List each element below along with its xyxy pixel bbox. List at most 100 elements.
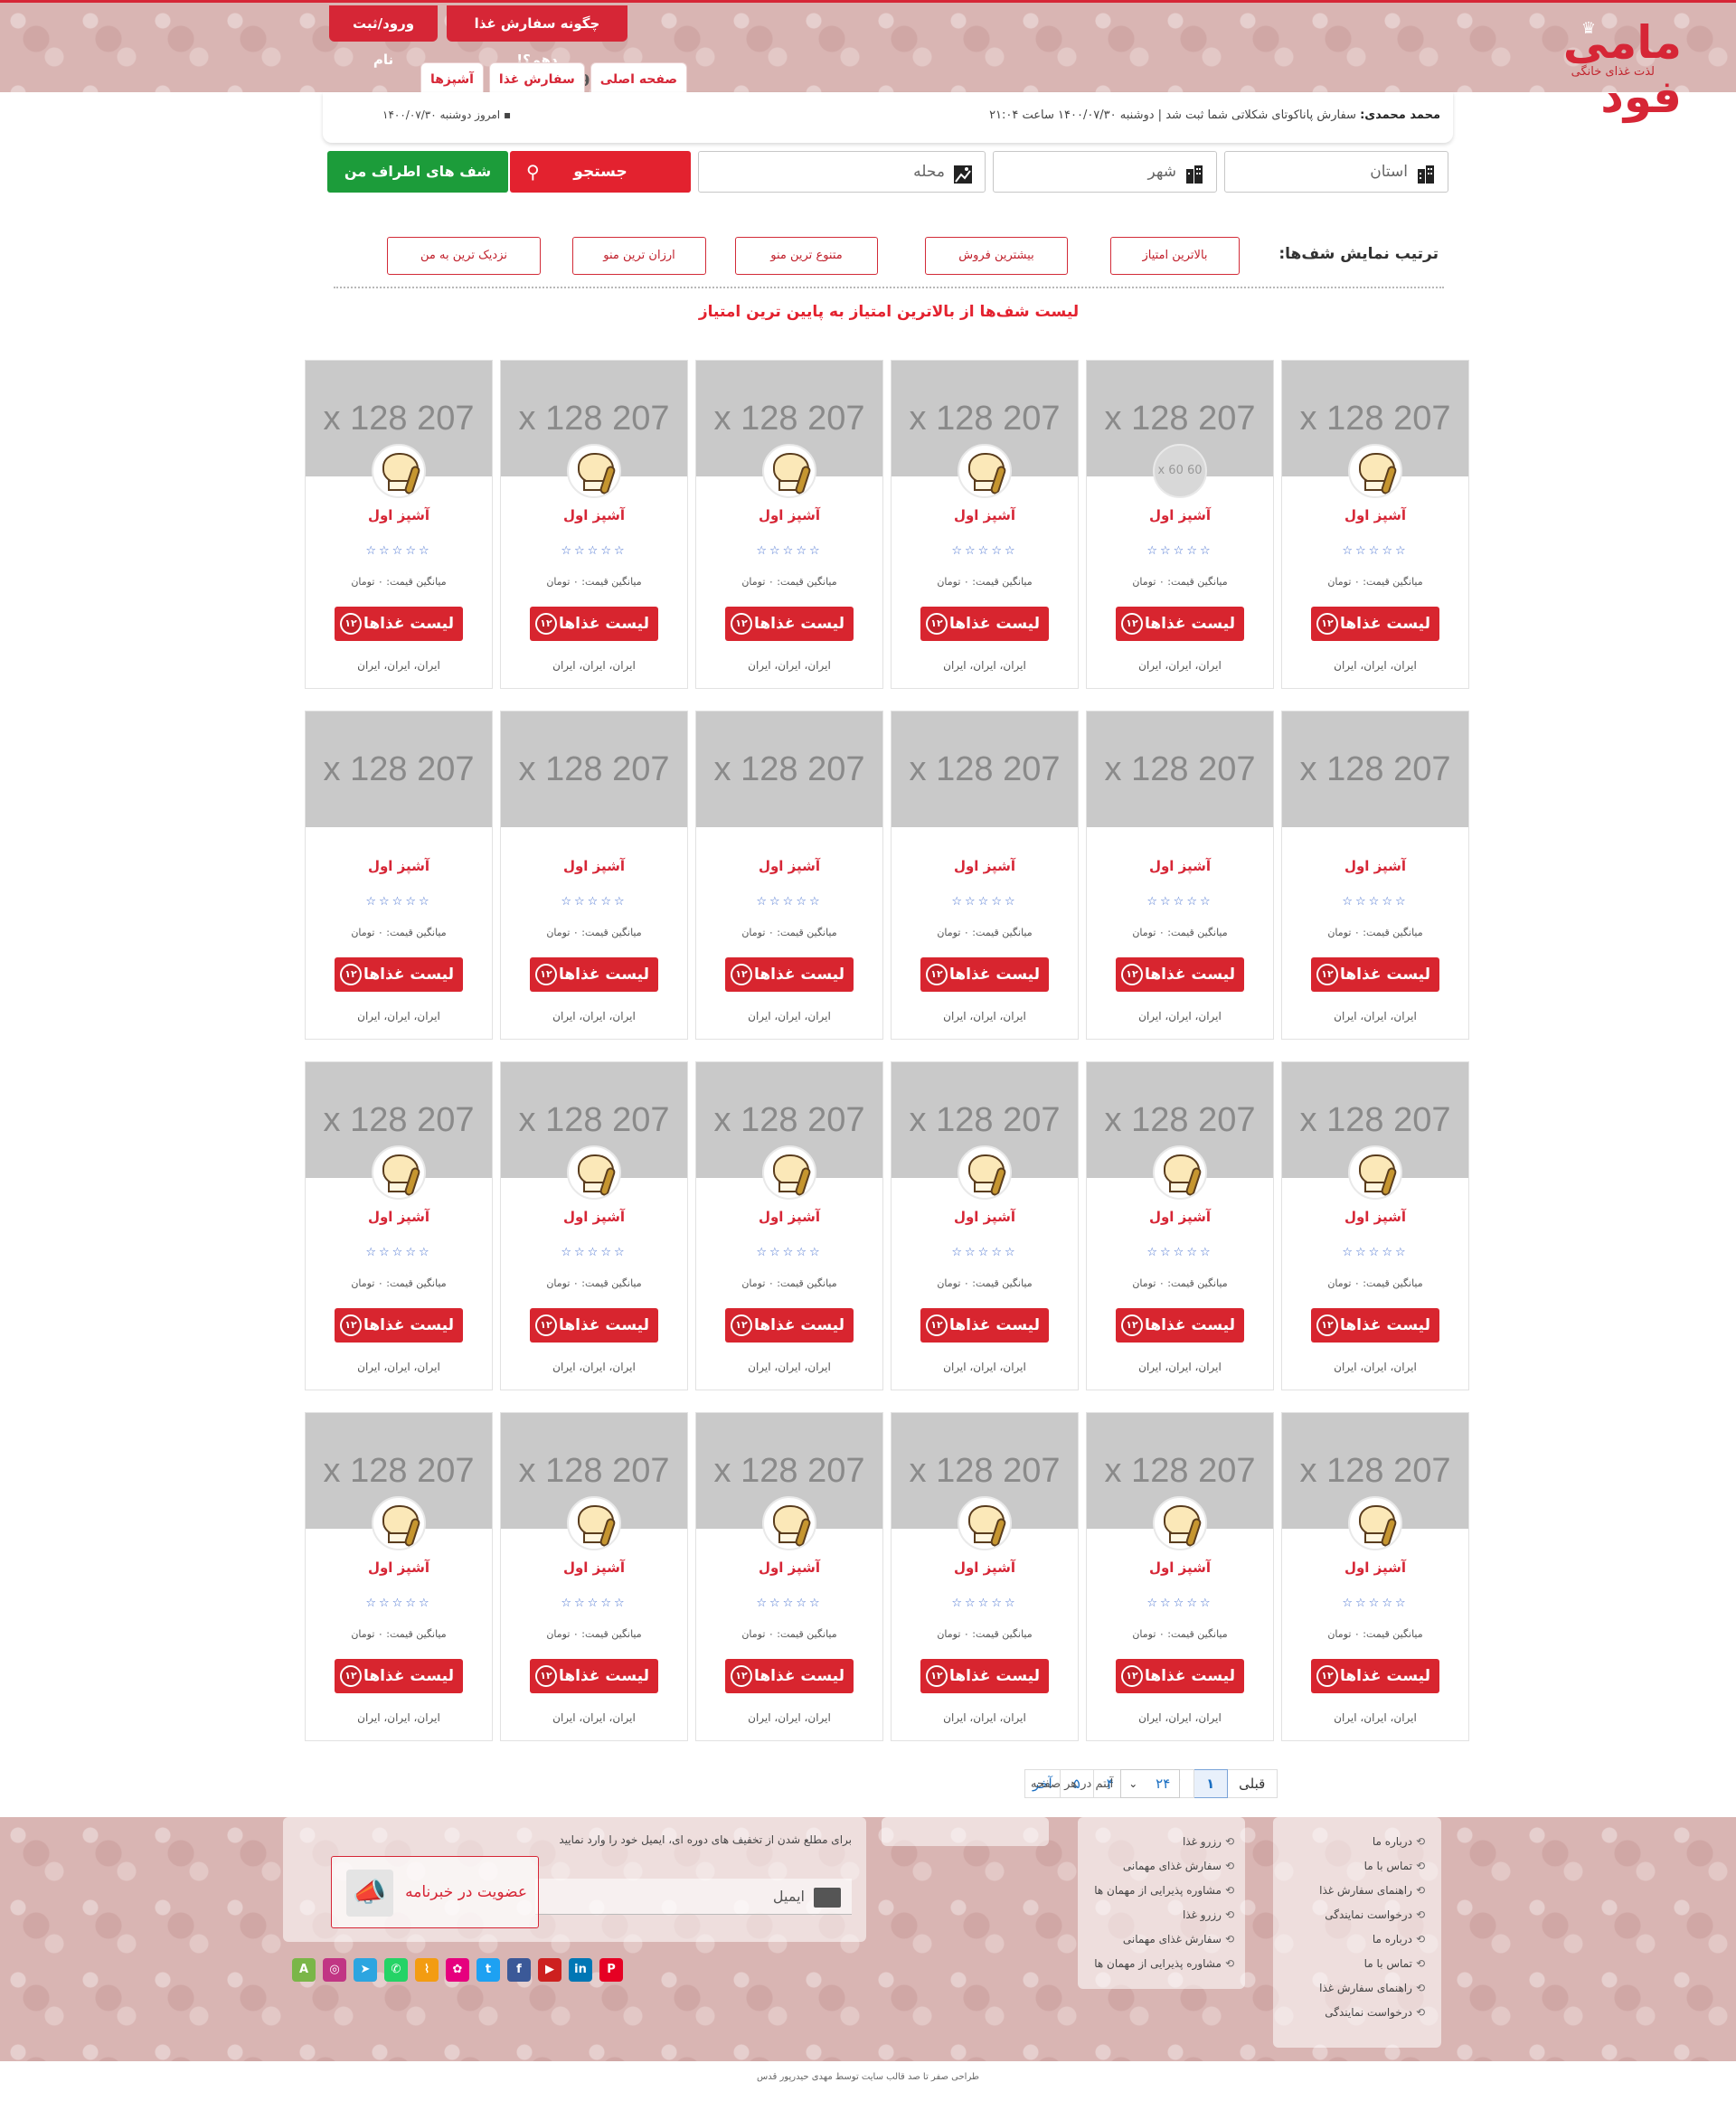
android-icon[interactable]: A — [292, 1958, 316, 1982]
pagination-prev[interactable]: قبلی — [1226, 1769, 1278, 1798]
chef-card[interactable]: 207 x 128 آشپز اول ☆☆☆☆☆ میانگین قیمت: ۰… — [891, 1412, 1079, 1741]
food-list-button[interactable]: لیست غذاها ۱۲ — [725, 957, 854, 992]
chef-avatar[interactable] — [372, 1145, 426, 1200]
sort-most-varied[interactable]: متنوع ترین منو — [735, 237, 878, 275]
chef-name[interactable]: آشپز اول — [1087, 858, 1273, 874]
footer-link[interactable]: ⟲راهنمای سفارش غذا — [1319, 1982, 1425, 1994]
chef-name[interactable]: آشپز اول — [892, 1559, 1078, 1576]
chef-card[interactable]: 207 x 128 آشپز اول ☆☆☆☆☆ میانگین قیمت: ۰… — [1281, 711, 1469, 1040]
food-list-button[interactable]: لیست غذاها ۱۲ — [725, 1659, 854, 1693]
food-list-button[interactable]: لیست غذاها ۱۲ — [530, 1308, 658, 1343]
footer-link[interactable]: ⟲سفارش غذای مهمانی — [1123, 1933, 1234, 1946]
food-list-button[interactable]: لیست غذاها ۱۲ — [1116, 1659, 1244, 1693]
food-list-button[interactable]: لیست غذاها ۱۲ — [1116, 607, 1244, 641]
footer-link[interactable]: ⟲راهنمای سفارش غذا — [1319, 1884, 1425, 1897]
chef-avatar[interactable] — [1348, 1496, 1402, 1550]
chef-avatar[interactable] — [567, 1145, 621, 1200]
footer-link[interactable]: ⟲رزرو غذا — [1183, 1908, 1234, 1921]
chefs-near-me-button[interactable]: شف های اطراف من — [327, 151, 508, 193]
state-select[interactable]: استان — [1224, 151, 1448, 193]
chef-card[interactable]: 207 x 128 آشپز اول ☆☆☆☆☆ میانگین قیمت: ۰… — [695, 711, 883, 1040]
chef-name[interactable]: آشپز اول — [501, 507, 687, 523]
aparat-icon[interactable]: ✿ — [446, 1958, 469, 1982]
chef-card[interactable]: 207 x 128 آشپز اول ☆☆☆☆☆ میانگین قیمت: ۰… — [500, 1412, 688, 1741]
chef-name[interactable]: آشپز اول — [1282, 507, 1468, 523]
food-list-button[interactable]: لیست غذاها ۱۲ — [530, 1659, 658, 1693]
city-select[interactable]: شهر — [993, 151, 1217, 193]
chef-avatar[interactable] — [762, 1496, 816, 1550]
chef-name[interactable]: آشپز اول — [306, 507, 492, 523]
search-button[interactable]: جستجو ⚲ — [510, 151, 691, 193]
site-logo[interactable]: ♛ مامی فود لذت غذای خانگی — [1551, 15, 1684, 123]
footer-link[interactable]: ⟲مشاوره پذیرایی از مهمان ها — [1094, 1957, 1234, 1970]
chef-avatar[interactable] — [958, 1145, 1012, 1200]
chef-name[interactable]: آشپز اول — [892, 858, 1078, 874]
chef-name[interactable]: آشپز اول — [892, 1209, 1078, 1225]
chef-name[interactable]: آشپز اول — [696, 1559, 882, 1576]
nav-home[interactable]: صفحه اصلی — [590, 62, 687, 95]
chef-name[interactable]: آشپز اول — [892, 507, 1078, 523]
footer-link[interactable]: ⟲درخواست نمایندگی — [1325, 1908, 1425, 1921]
chef-card[interactable]: 207 x 128 آشپز اول ☆☆☆☆☆ میانگین قیمت: ۰… — [1281, 1412, 1469, 1741]
food-list-button[interactable]: لیست غذاها ۱۲ — [1116, 1308, 1244, 1343]
food-list-button[interactable]: لیست غذاها ۱۲ — [1116, 957, 1244, 992]
food-list-button[interactable]: لیست غذاها ۱۲ — [530, 957, 658, 992]
chef-name[interactable]: آشپز اول — [696, 1209, 882, 1225]
footer-link[interactable]: ⟲رزرو غذا — [1183, 1835, 1234, 1848]
chef-name[interactable]: آشپز اول — [306, 858, 492, 874]
youtube-icon[interactable]: ▶ — [538, 1958, 561, 1982]
chef-card[interactable]: 207 x 128 آشپز اول ☆☆☆☆☆ میانگین قیمت: ۰… — [1281, 1061, 1469, 1390]
chef-avatar[interactable] — [958, 444, 1012, 498]
chef-avatar[interactable] — [372, 444, 426, 498]
twitter-icon[interactable]: t — [476, 1958, 500, 1982]
food-list-button[interactable]: لیست غذاها ۱۲ — [1311, 957, 1439, 992]
email-input[interactable]: ایمیل — [535, 1879, 852, 1915]
chef-card[interactable]: 207 x 128 آشپز اول ☆☆☆☆☆ میانگین قیمت: ۰… — [305, 1061, 493, 1390]
chef-card[interactable]: 207 x 128 آشپز اول ☆☆☆☆☆ میانگین قیمت: ۰… — [1281, 360, 1469, 689]
login-register-button[interactable]: ورود/ثبت نام — [329, 5, 438, 68]
chef-avatar[interactable] — [762, 444, 816, 498]
nav-chefs[interactable]: آشپزها — [420, 62, 484, 95]
chef-card[interactable]: 207 x 128 آشپز اول ☆☆☆☆☆ میانگین قیمت: ۰… — [305, 711, 493, 1040]
chef-avatar[interactable] — [1153, 1496, 1207, 1550]
chef-card[interactable]: 207 x 128 آشپز اول ☆☆☆☆☆ میانگین قیمت: ۰… — [695, 360, 883, 689]
rss-icon[interactable]: ⌇ — [415, 1958, 439, 1982]
footer-link[interactable]: ⟲تماس با ما — [1364, 1957, 1425, 1970]
chef-card[interactable]: 207 x 128 آشپز اول ☆☆☆☆☆ میانگین قیمت: ۰… — [305, 1412, 493, 1741]
area-select[interactable]: محله — [698, 151, 986, 193]
food-list-button[interactable]: لیست غذاها ۱۲ — [335, 957, 463, 992]
food-list-button[interactable]: لیست غذاها ۱۲ — [725, 607, 854, 641]
chef-name[interactable]: آشپز اول — [1282, 1559, 1468, 1576]
footer-link[interactable]: ⟲درباره ما — [1373, 1933, 1425, 1946]
chef-card[interactable]: 207 x 128 آشپز اول ☆☆☆☆☆ میانگین قیمت: ۰… — [500, 711, 688, 1040]
chef-card[interactable]: 207 x 128 آشپز اول ☆☆☆☆☆ میانگین قیمت: ۰… — [305, 360, 493, 689]
nav-order-food[interactable]: سفارش غذا — [488, 62, 585, 95]
chef-card[interactable]: 207 x 128 60 x 60 آشپز اول ☆☆☆☆☆ میانگین… — [1086, 360, 1274, 689]
chef-avatar[interactable]: 60 x 60 — [1153, 444, 1207, 498]
footer-link[interactable]: ⟲درباره ما — [1373, 1835, 1425, 1848]
chef-name[interactable]: آشپز اول — [1087, 1559, 1273, 1576]
chef-name[interactable]: آشپز اول — [1282, 1209, 1468, 1225]
chef-card[interactable]: 207 x 128 آشپز اول ☆☆☆☆☆ میانگین قیمت: ۰… — [500, 1061, 688, 1390]
chef-avatar[interactable] — [1348, 444, 1402, 498]
food-list-button[interactable]: لیست غذاها ۱۲ — [335, 607, 463, 641]
chef-avatar[interactable] — [567, 444, 621, 498]
footer-link[interactable]: ⟲سفارش غذای مهمانی — [1123, 1860, 1234, 1872]
sort-best-selling[interactable]: بیشترین فروش — [925, 237, 1068, 275]
sort-nearest[interactable]: نزدیک ترین به من — [387, 237, 541, 275]
linkedin-icon[interactable]: in — [569, 1958, 592, 1982]
food-list-button[interactable]: لیست غذاها ۱۲ — [1311, 607, 1439, 641]
chef-name[interactable]: آشپز اول — [696, 858, 882, 874]
chef-avatar[interactable] — [1348, 1145, 1402, 1200]
chef-avatar[interactable] — [372, 1496, 426, 1550]
chef-card[interactable]: 207 x 128 آشپز اول ☆☆☆☆☆ میانگین قیمت: ۰… — [695, 1061, 883, 1390]
footer-link[interactable]: ⟲تماس با ما — [1364, 1860, 1425, 1872]
facebook-icon[interactable]: f — [507, 1958, 531, 1982]
food-list-button[interactable]: لیست غذاها ۱۲ — [920, 607, 1049, 641]
telegram-icon[interactable]: ➤ — [354, 1958, 377, 1982]
food-list-button[interactable]: لیست غذاها ۱۲ — [920, 1308, 1049, 1343]
chef-name[interactable]: آشپز اول — [1087, 1209, 1273, 1225]
chef-name[interactable]: آشپز اول — [501, 1559, 687, 1576]
food-list-button[interactable]: لیست غذاها ۱۲ — [530, 607, 658, 641]
food-list-button[interactable]: لیست غذاها ۱۲ — [1311, 1659, 1439, 1693]
